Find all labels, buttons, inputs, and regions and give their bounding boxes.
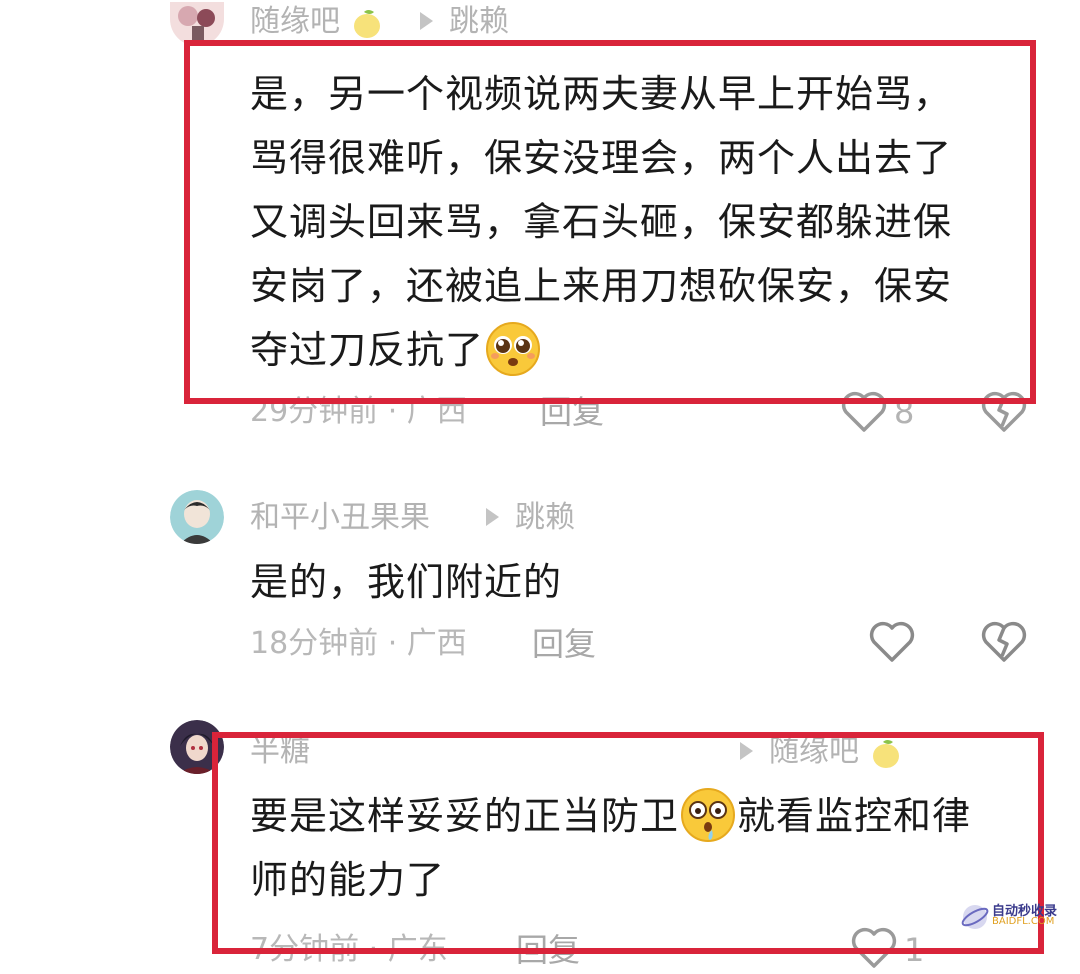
comment-text: 要是这样妥妥的正当防卫 就看监控和律 师的能力了 xyxy=(250,784,1040,912)
reply-button[interactable]: 回复 xyxy=(516,932,580,968)
comment-meta: 18分钟前 · 广西 xyxy=(250,626,467,661)
avatar[interactable] xyxy=(170,490,224,544)
broken-heart-icon[interactable] xyxy=(980,390,1028,434)
watermark-subtitle: BAIDFL.COM xyxy=(992,916,1055,927)
username[interactable]: 和平小丑果果 xyxy=(250,500,430,536)
reply-to[interactable]: 随缘吧 xyxy=(740,734,903,770)
like-count: 8 xyxy=(894,393,915,431)
like-count: 1 xyxy=(904,931,925,969)
username[interactable]: 随缘吧 xyxy=(250,4,384,40)
like-heart-icon[interactable] xyxy=(868,620,916,664)
comment-meta: 7分钟前 · 广东 xyxy=(250,932,448,967)
comment-text: 是的，我们附近的 xyxy=(250,560,563,604)
lemon-icon xyxy=(869,736,903,770)
reply-to[interactable]: 跳赖 xyxy=(420,4,509,40)
reply-arrow-icon xyxy=(740,741,753,760)
watermark-globe-icon xyxy=(961,905,989,929)
pleading-face-emoji-icon xyxy=(484,320,542,378)
lemon-icon xyxy=(350,6,384,40)
avatar[interactable] xyxy=(170,720,224,774)
reply-arrow-icon xyxy=(420,11,433,30)
reply-arrow-icon xyxy=(486,507,499,526)
reply-button[interactable]: 回复 xyxy=(532,626,596,662)
reply-to[interactable]: 跳赖 xyxy=(486,500,575,536)
comment-meta: 29分钟前 · 广西 xyxy=(250,394,467,429)
like-heart-icon[interactable] xyxy=(840,390,888,434)
comment-text: 是，另一个视频说两夫妻从早上开始骂， 骂得很难听，保安没理会，两个人出去了 又调… xyxy=(250,62,1040,382)
username[interactable]: 半糖 xyxy=(250,734,310,770)
like-heart-icon[interactable] xyxy=(850,926,898,970)
avatar[interactable] xyxy=(170,2,224,46)
reply-button[interactable]: 回复 xyxy=(540,394,604,430)
broken-heart-icon[interactable] xyxy=(980,620,1028,664)
watermark-logo: 自动秒收录 BAIDFL.COM xyxy=(958,898,1070,938)
drooling-shocked-emoji-icon xyxy=(679,786,737,844)
